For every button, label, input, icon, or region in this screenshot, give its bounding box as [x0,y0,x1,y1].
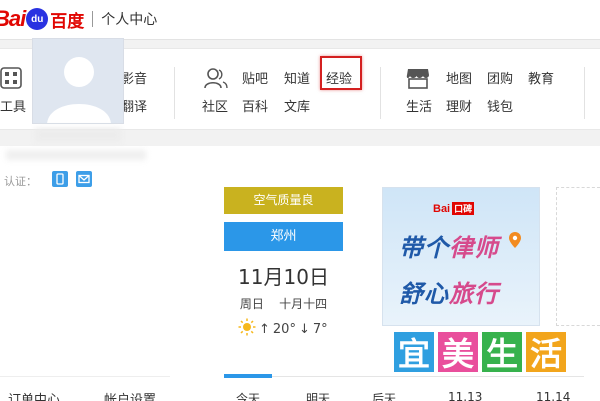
nav-link-baike[interactable]: 百科 [242,96,268,115]
watermark: 宜 美 生 活 [394,332,566,373]
logo-text-cn: 百度 [50,11,85,32]
pin-icon [509,232,521,252]
ad-brand-text: Bai [433,203,451,215]
lunar-date: 十月十四 [279,297,328,311]
phone-icon[interactable] [52,171,68,187]
top-header: Bai du 百度 个人中心 [0,0,600,40]
username-blurred [35,128,121,142]
arrow-up-icon: ↑ [259,321,270,337]
sun-icon [238,318,256,340]
ad-brand: Bai 口碑 [433,202,475,215]
watermark-char: 生 [482,332,522,373]
mail-icon[interactable] [76,171,92,187]
nav-link-video[interactable]: 影音 [121,68,147,87]
tab-today[interactable]: 今天 [236,390,260,401]
ad-line-1: 带个律师 [399,228,499,263]
divider [174,67,175,119]
ad-text-highlight: 旅行 [449,279,499,308]
active-tab-indicator [224,374,272,378]
watermark-char: 活 [526,332,566,373]
group-label-life[interactable]: 生活 [406,96,432,115]
ad-text-highlight: 律师 [449,233,499,262]
logo-text: Bai [0,6,26,31]
divider [224,376,584,377]
highlight-box [320,56,362,90]
ad-banner[interactable]: Bai 口碑 带个律师 舒心旅行 [382,187,540,326]
tab-tomorrow[interactable]: 明天 [306,390,330,401]
nav-link-translate[interactable]: 翻译 [121,96,147,115]
page-title: 个人中心 [101,12,158,28]
group-label-tools[interactable]: 工具 [0,96,26,115]
tab-day-4[interactable]: 11.13 [448,390,482,401]
temperature-row: ↑ 20° ↓ 7° [238,318,328,340]
cert-label: 认证： [4,175,37,188]
divider [92,11,94,27]
grid-icon[interactable] [0,67,22,93]
ad-text: 舒心 [399,279,449,308]
ad-line-2: 舒心旅行 [399,274,499,309]
divider [380,67,381,119]
tab-day-after[interactable]: 后天 [372,390,396,401]
ad-text: 带个 [399,233,449,262]
watermark-char: 美 [438,332,478,373]
baidu-logo[interactable]: Bai du 百度 个人中心 [0,6,157,32]
nav-link-map[interactable]: 地图 [446,68,472,87]
paw-icon: du [26,8,49,30]
order-center-link[interactable]: 订单中心 [8,389,60,401]
avatar[interactable] [32,38,124,124]
nav-link-education[interactable]: 教育 [528,68,554,87]
nav-link-wenku[interactable]: 文库 [284,96,310,115]
shop-icon[interactable] [406,67,430,93]
ad-placeholder [556,187,600,326]
arrow-down-icon: ↓ [298,321,310,337]
group-label-community[interactable]: 社区 [202,96,228,115]
divider [584,67,585,119]
city-selector[interactable]: 郑州 [224,222,343,251]
nav-link-finance[interactable]: 理财 [446,96,472,115]
people-icon[interactable] [204,67,228,93]
account-settings-link[interactable]: 帐户设置 [104,389,156,401]
nav-link-tuangou[interactable]: 团购 [487,68,513,87]
divider [0,376,170,377]
ad-brand-tag: 口碑 [452,202,475,215]
nav-link-tieba[interactable]: 贴吧 [242,68,268,87]
weather-date: 11月10日 [238,265,329,289]
nav-link-zhidao[interactable]: 知道 [284,68,310,87]
weekday: 周日 [239,297,264,311]
low-temp: 7° [312,321,328,337]
air-quality-badge: 空气质量良 [224,187,343,214]
nav-link-wallet[interactable]: 钱包 [487,96,513,115]
weather-day-row: 周日 十月十四 [224,295,343,312]
watermark-char: 宜 [394,332,434,373]
high-temp: 20° [272,321,296,337]
user-info-blurred [6,150,146,160]
tab-day-5[interactable]: 11.14 [536,390,570,401]
